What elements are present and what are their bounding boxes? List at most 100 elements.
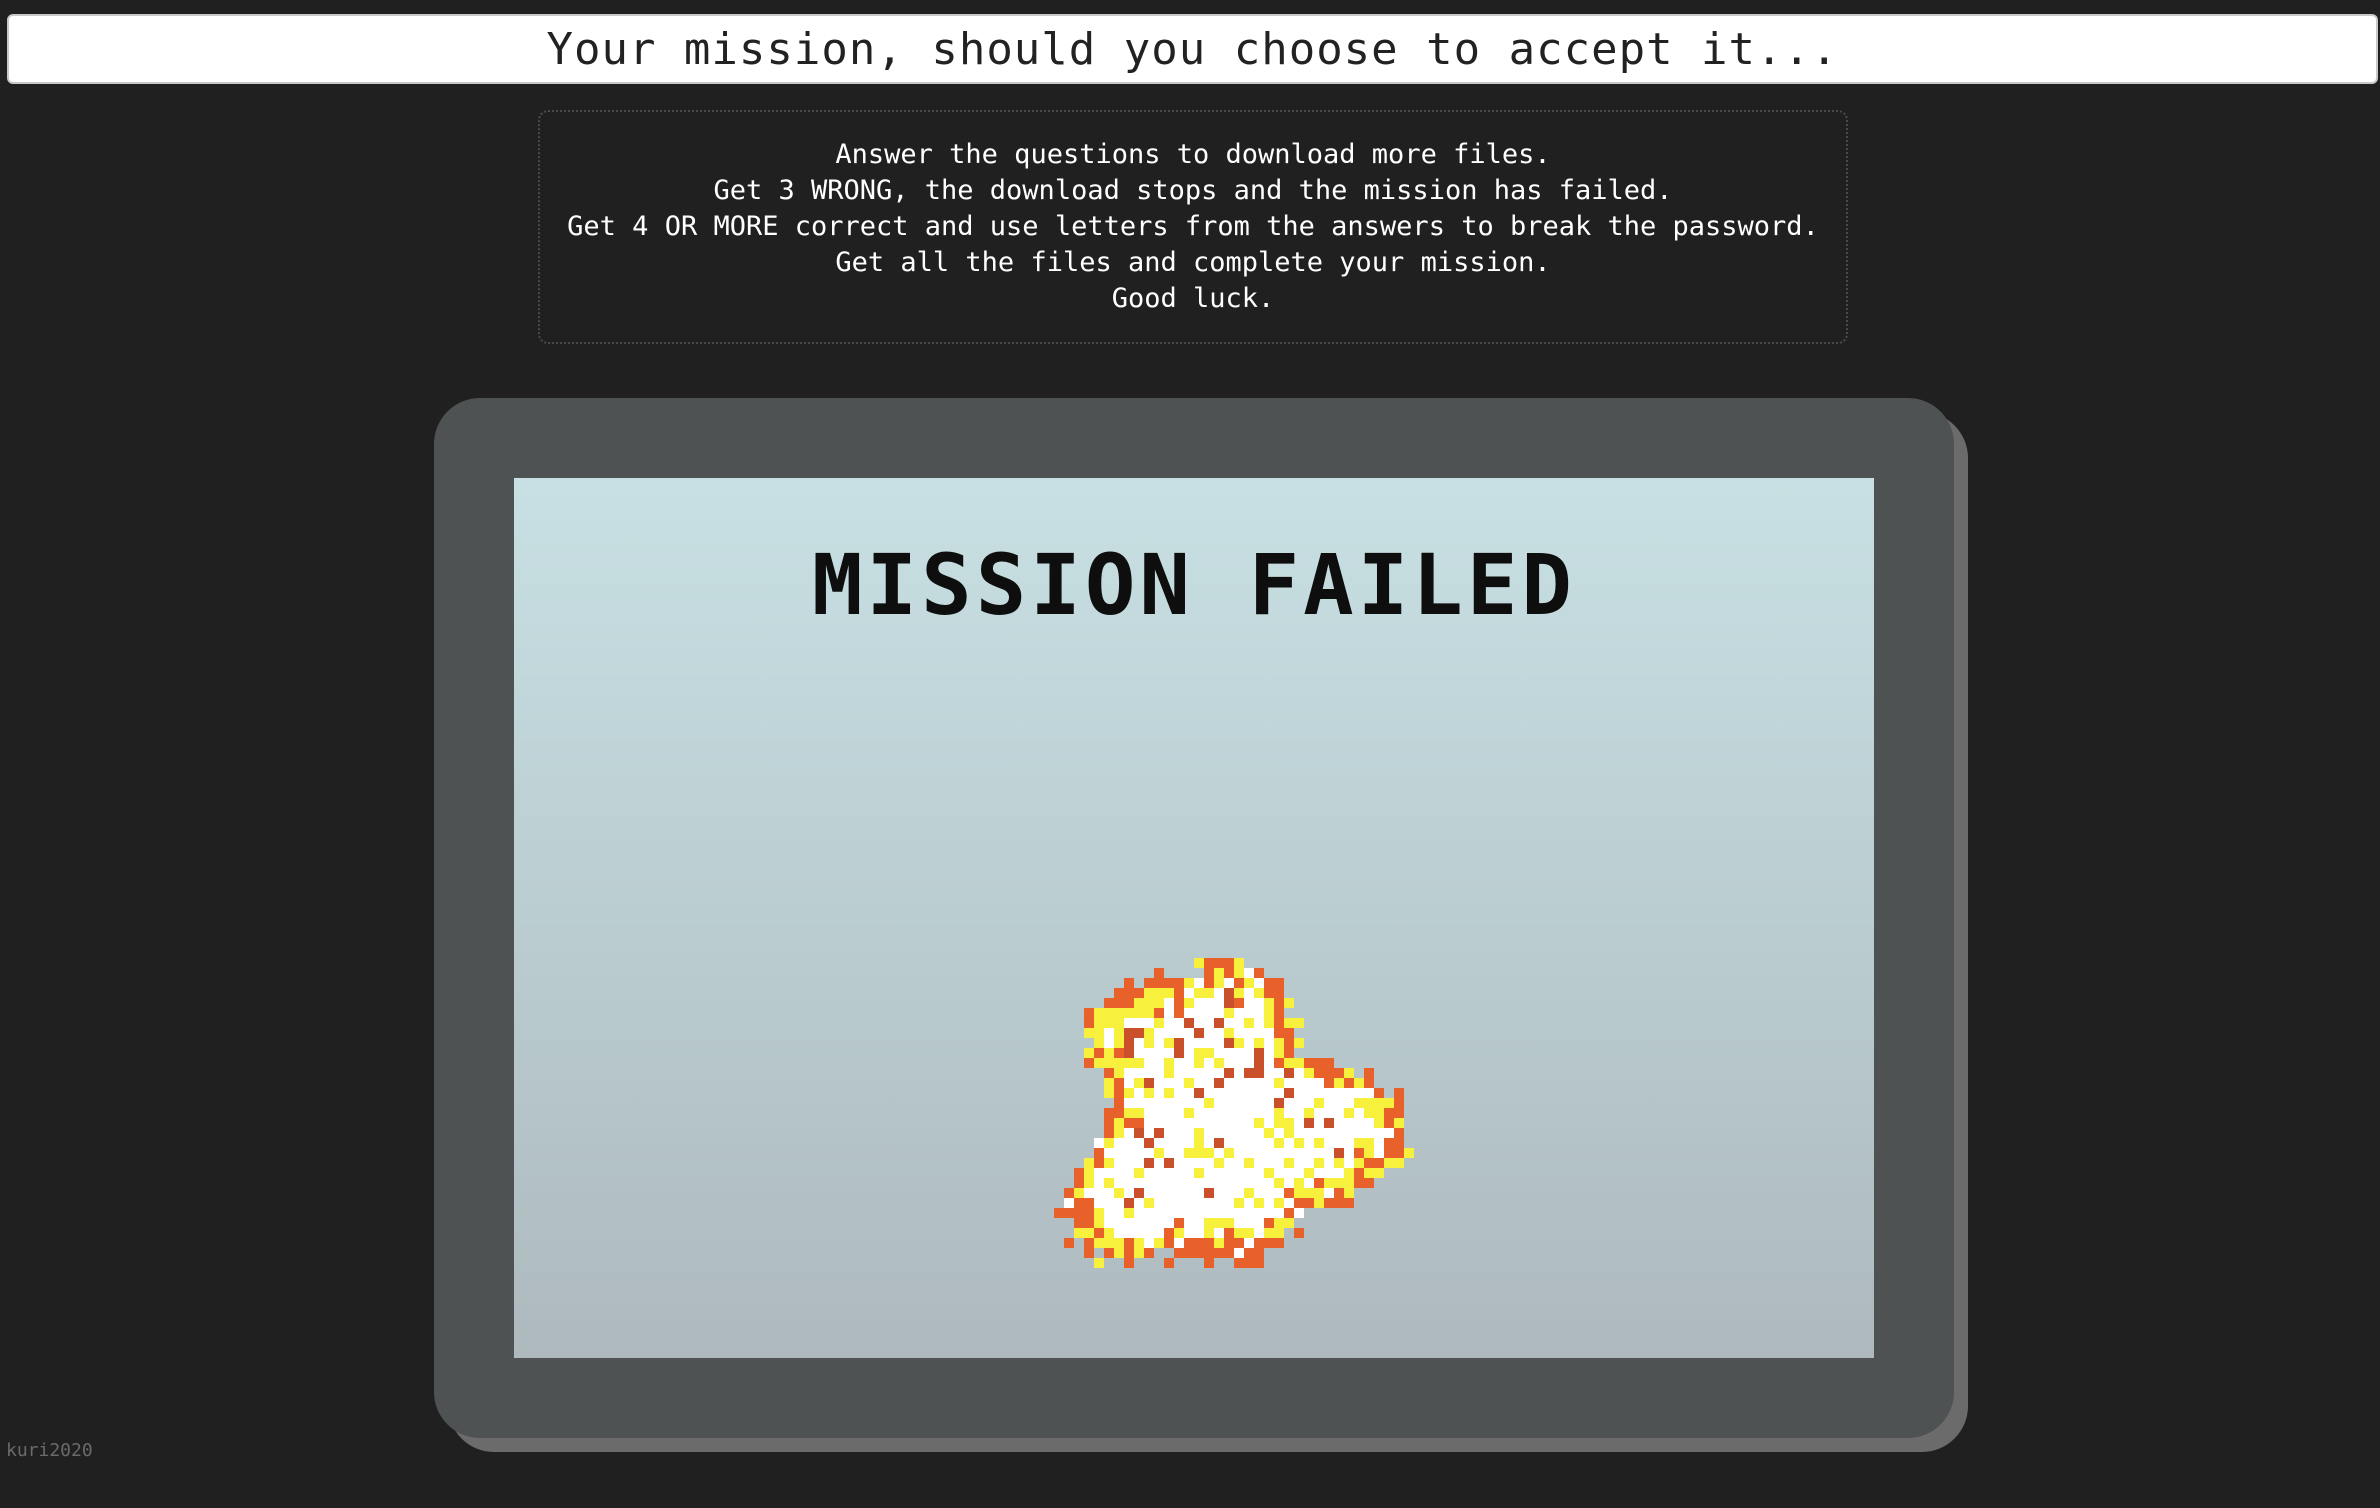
explosion-pixel [1224, 1178, 1234, 1188]
explosion-pixel [1114, 1028, 1124, 1038]
explosion-pixel [1114, 1068, 1124, 1078]
explosion-pixel [1344, 1098, 1354, 1108]
explosion-pixel [1254, 1068, 1264, 1078]
explosion-pixel [1314, 1098, 1324, 1108]
explosion-pixel [1254, 1038, 1264, 1048]
explosion-pixel [1134, 1058, 1144, 1068]
explosion-pixel [1064, 1238, 1074, 1248]
explosion-pixel [1074, 1218, 1084, 1228]
mission-title-bar: Your mission, should you choose to accep… [7, 14, 2378, 84]
explosion-pixel [1294, 1228, 1304, 1238]
explosion-pixel [1154, 1188, 1164, 1198]
explosion-pixel [1154, 1028, 1164, 1038]
explosion-pixel [1084, 1238, 1094, 1248]
explosion-pixel [1114, 1218, 1124, 1228]
explosion-pixel [1174, 1098, 1184, 1108]
explosion-pixel [1284, 1168, 1294, 1178]
explosion-pixel [1274, 1138, 1284, 1148]
explosion-pixel [1124, 1018, 1134, 1028]
explosion-pixel [1204, 998, 1214, 1008]
explosion-pixel [1164, 1088, 1174, 1098]
explosion-pixel [1304, 1068, 1314, 1078]
explosion-pixel [1274, 1048, 1284, 1058]
explosion-pixel [1174, 1248, 1184, 1258]
explosion-pixel [1124, 1108, 1134, 1118]
explosion-pixel [1194, 1228, 1204, 1238]
explosion-pixel [1124, 998, 1134, 1008]
explosion-pixel [1204, 1148, 1214, 1158]
explosion-pixel [1274, 1078, 1284, 1088]
explosion-pixel [1274, 1008, 1284, 1018]
explosion-pixel [1314, 1058, 1324, 1068]
explosion-pixel [1194, 1208, 1204, 1218]
explosion-pixel [1154, 1208, 1164, 1218]
explosion-pixel [1144, 1138, 1154, 1148]
explosion-pixel [1384, 1158, 1394, 1168]
explosion-pixel [1184, 1058, 1194, 1068]
explosion-pixel [1224, 1148, 1234, 1158]
explosion-pixel [1284, 1108, 1294, 1118]
explosion-pixel [1144, 1088, 1154, 1098]
explosion-pixel [1184, 1128, 1194, 1138]
explosion-pixel [1284, 1178, 1294, 1188]
explosion-pixel [1224, 1008, 1234, 1018]
explosion-pixel [1184, 1008, 1194, 1018]
explosion-pixel [1114, 1198, 1124, 1208]
explosion-pixel [1254, 1148, 1264, 1158]
explosion-pixel [1144, 1068, 1154, 1078]
explosion-pixel [1224, 998, 1234, 1008]
explosion-pixel [1224, 1228, 1234, 1238]
explosion-pixel [1104, 1008, 1114, 1018]
explosion-pixel [1254, 1208, 1264, 1218]
explosion-pixel [1394, 1158, 1404, 1168]
explosion-pixel [1154, 998, 1164, 1008]
explosion-pixel [1124, 1068, 1134, 1078]
explosion-pixel [1284, 1208, 1294, 1218]
explosion-pixel [1334, 1118, 1344, 1128]
explosion-pixel [1174, 1058, 1184, 1068]
explosion-pixel [1274, 1218, 1284, 1228]
mission-title: Your mission, should you choose to accep… [546, 23, 1839, 75]
explosion-pixel [1174, 1108, 1184, 1118]
explosion-pixel [1134, 1218, 1144, 1228]
explosion-pixel [1244, 1228, 1254, 1238]
explosion-pixel [1234, 1128, 1244, 1138]
explosion-pixel [1154, 1168, 1164, 1178]
explosion-pixel [1344, 1108, 1354, 1118]
explosion-pixel [1344, 1078, 1354, 1088]
explosion-pixel [1254, 1048, 1264, 1058]
explosion-pixel [1264, 1038, 1274, 1048]
explosion-pixel [1114, 1238, 1124, 1248]
explosion-pixel [1294, 1058, 1304, 1068]
explosion-pixel [1204, 1258, 1214, 1268]
explosion-pixel [1134, 998, 1144, 1008]
explosion-pixel [1254, 1098, 1264, 1108]
explosion-pixel [1364, 1148, 1374, 1158]
explosion-pixel [1334, 1138, 1344, 1148]
explosion-pixel [1104, 1158, 1114, 1168]
explosion-pixel [1084, 1168, 1094, 1178]
explosion-pixel [1154, 1238, 1164, 1248]
explosion-pixel [1344, 1178, 1354, 1188]
explosion-pixel [1234, 1158, 1244, 1168]
explosion-pixel [1234, 1198, 1244, 1208]
explosion-pixel [1274, 1038, 1284, 1048]
explosion-pixel [1094, 1138, 1104, 1148]
explosion-pixel [1124, 1188, 1134, 1198]
explosion-pixel [1184, 1138, 1194, 1148]
explosion-pixel [1334, 1198, 1344, 1208]
explosion-pixel [1164, 988, 1174, 998]
explosion-pixel [1214, 1108, 1224, 1118]
explosion-pixel [1284, 1078, 1294, 1088]
explosion-pixel [1074, 1178, 1084, 1188]
explosion-pixel [1234, 1188, 1244, 1198]
explosion-pixel [1314, 1088, 1324, 1098]
explosion-pixel [1224, 1098, 1234, 1108]
explosion-pixel [1344, 1198, 1354, 1208]
explosion-pixel [1184, 1018, 1194, 1028]
explosion-pixel [1274, 1118, 1284, 1128]
explosion-pixel [1274, 978, 1284, 988]
explosion-pixel [1304, 1148, 1314, 1158]
explosion-pixel [1284, 1088, 1294, 1098]
explosion-pixel [1084, 1188, 1094, 1198]
